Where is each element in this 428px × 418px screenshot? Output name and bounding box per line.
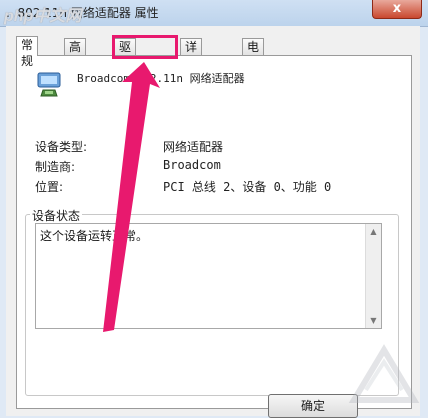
watermark-corner-icon bbox=[348, 344, 420, 403]
tab-general[interactable]: 常规 bbox=[16, 36, 39, 68]
